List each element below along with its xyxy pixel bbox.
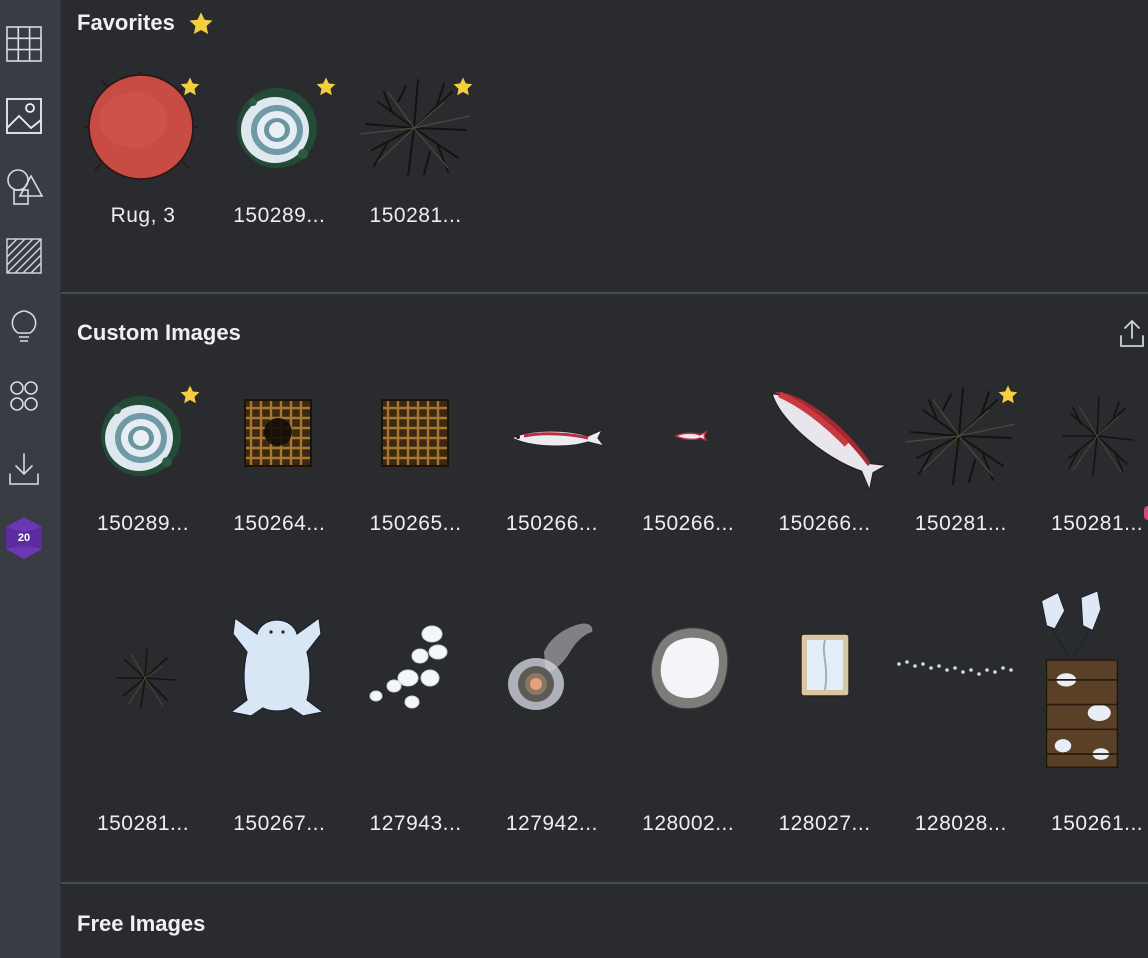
section-divider [61,292,1148,294]
free-images-title: Free Images [77,911,206,936]
wooden-grate-hole-thumbnail [211,380,347,490]
d20-label: 20 [17,532,31,544]
image-label: 150281... [96,812,190,835]
section-divider [61,882,1148,884]
grid-icon[interactable] [2,22,46,66]
favorite-star-icon[interactable] [313,74,339,100]
image-label: 128027... [778,812,871,835]
image-label: 150266... [642,512,735,535]
circles-icon[interactable] [2,374,46,418]
download-icon[interactable] [2,446,46,490]
image-label: 150261... [1051,812,1144,835]
image-icon[interactable] [2,94,46,138]
lightbulb-icon[interactable] [2,304,46,348]
snow-crate-thumbnail [757,612,893,722]
image-label: 150264... [233,512,326,535]
image-label: 150265... [369,512,462,535]
footprints-thumbnail [893,612,1029,722]
image-label: 150281... [369,204,462,227]
favorite-star-icon[interactable] [995,382,1021,408]
favorites-title: Favorites [77,10,175,35]
dead-tree-small-thumbnail [1029,380,1148,490]
sidebar: 20 [0,0,61,958]
image-label: 150266... [505,512,598,535]
image-label: 150266... [778,512,871,535]
snow-rocks-thumbnail [348,612,484,722]
upload-icon[interactable] [1117,318,1147,350]
polar-bear-rug-thumbnail [211,612,347,722]
sled-cart-thumbnail [1029,612,1148,722]
snow-boulder-thumbnail [620,612,756,722]
large-red-fish-thumbnail [757,380,893,490]
asset-panel: Favorites Rug, 3 150289... 150281... Custo… [61,0,1148,958]
shapes-icon[interactable] [2,164,46,208]
wooden-grate-thumbnail [348,380,484,490]
image-label: 128028... [914,812,1007,835]
image-label: 127942... [505,812,598,835]
campfire-smoke-thumbnail [484,612,620,722]
image-label: Rug, 3 [110,204,176,227]
small-fish-thumbnail [620,380,756,490]
favorite-star-icon[interactable] [177,382,203,408]
image-label: 150267... [233,812,326,835]
fish-thumbnail [484,380,620,490]
star-icon [185,8,217,40]
edge-indicator [1144,506,1148,520]
image-label: 128002... [642,812,735,835]
image-label: 150281... [1051,512,1144,535]
image-label: 150281... [914,512,1007,535]
custom-images-title: Custom Images [77,320,241,345]
image-label: 127943... [369,812,462,835]
image-label: 150289... [96,512,190,535]
dead-shrub-thumbnail [75,612,211,722]
hatch-pattern-icon[interactable] [2,234,46,278]
favorite-star-icon[interactable] [450,74,476,100]
favorite-star-icon[interactable] [177,74,203,100]
d20-badge[interactable]: 20 [4,516,44,560]
image-label: 150289... [233,204,326,227]
